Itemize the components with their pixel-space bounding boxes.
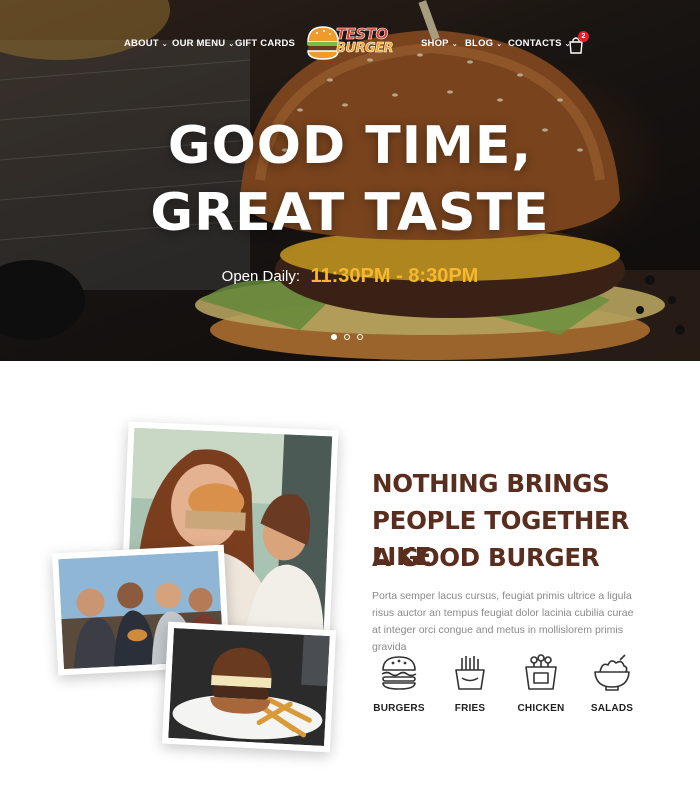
feature-label-fries: FRIES	[454, 703, 486, 714]
nav-label-about: ABOUT	[124, 38, 159, 49]
nav-label-shop: SHOP	[421, 38, 449, 49]
slider-pagination	[331, 334, 371, 342]
logo-text-burger: BURGER	[336, 41, 394, 57]
chevron-down-icon: ⌄	[161, 40, 168, 48]
chevron-down-icon: ⌄	[496, 40, 503, 48]
feature-burgers[interactable]: BURGERS	[359, 652, 439, 714]
salad-bowl-icon	[594, 654, 630, 691]
hero-title-line1: GOOD TIME,	[167, 116, 533, 176]
nav-item-blog[interactable]: BLOG ⌄	[465, 38, 502, 49]
photo-burger-with-fries	[161, 621, 337, 753]
burger-fries-photo	[168, 627, 330, 747]
nav-label-blog: BLOG	[465, 38, 494, 49]
feature-label-chicken: CHICKEN	[517, 703, 565, 714]
feature-chicken[interactable]: CHICKEN	[501, 652, 581, 714]
about-description: Porta semper lacus cursus, feugiat primi…	[372, 590, 634, 653]
about-headline-line3: A GOOD BURGER	[372, 543, 600, 572]
hours-label: Open Daily:	[221, 268, 301, 285]
nav-item-gift-cards[interactable]: GIFT CARDS	[235, 38, 295, 49]
chevron-down-icon: ⌄	[451, 40, 458, 48]
about-headline-line1: NOTHING BRINGS	[372, 469, 610, 498]
hero-title-line2: GREAT TASTE	[150, 183, 550, 243]
feature-label-salads: SALADS	[590, 703, 634, 714]
nav-label-our-menu: OUR MENU	[172, 38, 226, 49]
burger-icon	[381, 656, 417, 690]
burger-logo-icon	[307, 26, 339, 60]
feature-fries[interactable]: FRIES	[430, 652, 510, 714]
cart-count-badge: 2	[578, 31, 589, 42]
slider-dot-2[interactable]	[344, 334, 350, 340]
cart-button[interactable]: 2	[568, 31, 589, 55]
slider-dot-1[interactable]	[331, 334, 337, 340]
site-logo[interactable]: TESTO BURGER	[306, 22, 396, 66]
chicken-bucket-icon	[525, 654, 557, 690]
chevron-down-icon: ⌄	[228, 40, 235, 48]
opening-hours: Open Daily: 11:30PM - 8:30PM	[0, 265, 700, 288]
feature-label-burgers: BURGERS	[373, 703, 425, 714]
nav-label-gift-cards: GIFT CARDS	[235, 38, 296, 49]
hours-value: 11:30PM - 8:30PM	[310, 265, 479, 287]
nav-label-contacts: CONTACTS	[508, 38, 562, 49]
fries-icon	[455, 656, 485, 690]
feature-salads[interactable]: SALADS	[572, 652, 652, 714]
nav-item-contacts[interactable]: CONTACTS ⌄	[508, 38, 571, 49]
nav-item-our-menu[interactable]: OUR MENU ⌄	[172, 38, 234, 49]
nav-item-shop[interactable]: SHOP ⌄	[421, 38, 458, 49]
main-navigation: ABOUT ⌄ OUR MENU ⌄ GIFT CARDS TESTO BURG…	[0, 22, 700, 66]
hero-banner: ABOUT ⌄ OUR MENU ⌄ GIFT CARDS TESTO BURG…	[0, 0, 700, 361]
nav-item-about[interactable]: ABOUT ⌄	[124, 38, 168, 49]
slider-dot-3[interactable]	[357, 334, 363, 340]
